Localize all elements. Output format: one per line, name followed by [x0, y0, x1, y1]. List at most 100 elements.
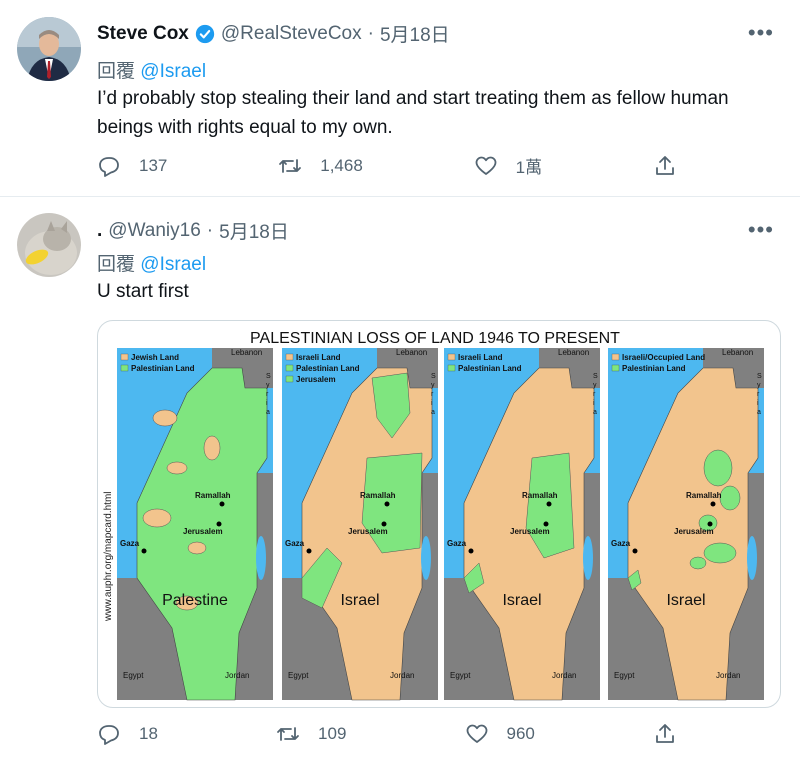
legend-swatch: [285, 353, 294, 361]
separator: ·: [206, 219, 214, 241]
legend-label: Israeli Land: [458, 353, 503, 362]
map-panel-4: Israeli/Occupied Land Palestinian Land Leb…: [608, 348, 764, 701]
attached-image[interactable]: PALESTINIAN LOSS OF LAND 1946 TO PRESENT…: [97, 320, 781, 708]
reply-button[interactable]: 18: [97, 722, 158, 746]
share-icon: [656, 155, 674, 175]
legend-label: Jewish Land: [131, 353, 179, 362]
dead-sea: [421, 536, 431, 580]
reply-icon: [99, 156, 119, 177]
handle[interactable]: @Waniy16: [108, 220, 201, 242]
display-name[interactable]: Steve Cox: [97, 23, 189, 45]
city-dot-ramallah: [710, 501, 716, 507]
place-gaza: Gaza: [120, 539, 140, 548]
share-button[interactable]: [653, 154, 677, 178]
city-dot-gaza: [306, 548, 312, 554]
timestamp[interactable]: 5月18日: [380, 20, 450, 47]
city-dot-ramallah: [384, 501, 390, 507]
timestamp[interactable]: 5月18日: [219, 217, 289, 244]
place-syria-letter: y: [757, 382, 761, 389]
legend-label: Israeli/Occupied Land: [622, 353, 705, 362]
place-syria-letter: a: [431, 409, 435, 416]
place-jerusalem: Jerusalem: [183, 527, 223, 536]
city-dot-gaza: [141, 548, 147, 554]
tweet-steve-cox[interactable]: Steve Cox @RealSteveCox · 5月18日 ••• 回覆 @…: [0, 0, 800, 197]
legend-swatch: [120, 364, 129, 372]
dead-sea: [583, 536, 593, 580]
legend-swatch: [611, 364, 620, 372]
heart-icon: [466, 724, 487, 743]
place-egypt: Egypt: [450, 671, 471, 680]
city-dot-ramallah: [546, 501, 552, 507]
jewish-land-patch: [152, 409, 178, 427]
place-lebanon: Lebanon: [722, 348, 753, 357]
avatar[interactable]: [17, 17, 81, 81]
map-panel-2: Israeli Land Palestinian Land Jerusalem Leb…: [282, 348, 438, 701]
image-source: www.auphr.org/mapcard.html: [103, 491, 114, 622]
place-syria-letter: a: [757, 409, 761, 416]
place-syria-letter: y: [593, 382, 597, 389]
legend-label: Palestinian Land: [458, 364, 522, 373]
replying-to: 回覆 @Israel: [97, 249, 206, 276]
like-button[interactable]: 1萬: [474, 153, 542, 178]
legend-label: Palestinian Land: [296, 364, 360, 373]
image-title: PALESTINIAN LOSS OF LAND 1946 TO PRESENT: [250, 330, 620, 347]
place-syria-letter: a: [593, 409, 597, 416]
legend-swatch: [447, 353, 456, 361]
big-region-label: Israel: [340, 592, 379, 609]
legend-swatch: [120, 353, 129, 361]
legend-swatch: [285, 364, 294, 372]
legend-label: Palestinian Land: [622, 364, 686, 373]
place-syria-letter: S: [593, 373, 598, 380]
city-dot-gaza: [632, 548, 638, 554]
share-icon: [656, 724, 674, 743]
retweet-icon: [279, 158, 302, 173]
mention-link[interactable]: @Israel: [140, 61, 206, 82]
big-region-label: Israel: [666, 592, 705, 609]
more-options-icon[interactable]: •••: [748, 22, 774, 44]
place-jordan: Jordan: [716, 671, 740, 680]
place-jerusalem: Jerusalem: [348, 527, 388, 536]
place-lebanon: Lebanon: [396, 348, 427, 357]
dead-sea: [256, 536, 266, 580]
retweet-button[interactable]: 109: [276, 722, 346, 746]
palestinian-enclave: [689, 556, 707, 570]
mention-link[interactable]: @Israel: [140, 254, 206, 275]
legend-swatch: [447, 364, 456, 372]
like-button[interactable]: 960: [465, 722, 535, 746]
palestinian-enclave: [719, 485, 741, 511]
place-egypt: Egypt: [288, 671, 309, 680]
place-syria-letter: S: [431, 373, 436, 380]
place-ramallah: Ramallah: [522, 491, 558, 500]
place-jerusalem: Jerusalem: [510, 527, 550, 536]
map-panel-3: Israeli LandPalestinian LandLebanonSyria…: [444, 348, 600, 701]
share-button[interactable]: [653, 722, 677, 746]
map-panel-1: Jewish LandPalestinian LandLebanonSyriaR…: [117, 348, 273, 701]
reply-count: 137: [139, 155, 168, 175]
dead-sea: [747, 536, 757, 580]
place-egypt: Egypt: [614, 671, 635, 680]
reply-prefix: 回覆: [97, 61, 136, 82]
reply-prefix: 回覆: [97, 254, 136, 275]
land-loss-map-image: PALESTINIAN LOSS OF LAND 1946 TO PRESENT…: [103, 330, 764, 701]
jewish-land-patch: [142, 508, 172, 528]
big-region-label: Israel: [502, 592, 541, 609]
handle[interactable]: @RealSteveCox: [221, 23, 362, 45]
place-jordan: Jordan: [225, 671, 249, 680]
jewish-land-patch: [187, 541, 207, 555]
display-name[interactable]: .: [97, 220, 102, 242]
tweet-waniy16[interactable]: . @Waniy16 · 5月18日 ••• 回覆 @Israel U star…: [0, 197, 800, 765]
reply-button[interactable]: 137: [97, 154, 167, 178]
more-options-icon[interactable]: •••: [748, 219, 774, 241]
place-jordan: Jordan: [390, 671, 414, 680]
place-gaza: Gaza: [611, 539, 631, 548]
city-dot-jerusalem: [381, 521, 387, 527]
place-syria-letter: y: [266, 382, 270, 389]
avatar[interactable]: [17, 213, 81, 277]
jewish-land-patch: [203, 435, 221, 461]
city-dot-jerusalem: [707, 521, 713, 527]
place-gaza: Gaza: [285, 539, 305, 548]
place-ramallah: Ramallah: [686, 491, 722, 500]
place-ramallah: Ramallah: [360, 491, 396, 500]
palestinian-enclave: [703, 449, 733, 487]
retweet-button[interactable]: 1,468: [278, 154, 363, 178]
